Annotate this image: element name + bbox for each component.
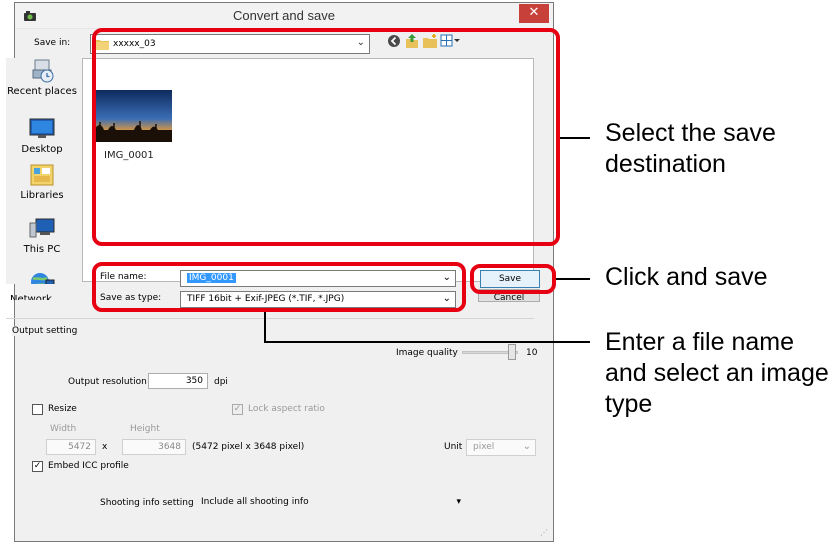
resize-grip-icon[interactable]: ⋰ [540, 528, 548, 537]
this-pc-icon [29, 218, 55, 238]
image-quality-slider-thumb[interactable] [508, 344, 516, 360]
place-network-label: Network [10, 294, 52, 300]
place-label: Desktop [21, 144, 63, 155]
callout-box-save-destination [92, 28, 560, 246]
close-button[interactable]: ✕ [519, 4, 549, 23]
save-in-label: Save in: [34, 38, 71, 48]
callout-line-file-horizontal [264, 341, 590, 343]
chevron-down-icon: ▾ [456, 497, 461, 507]
place-desktop[interactable]: Desktop [6, 116, 78, 155]
annotation-file-name-type: Enter a file name and select an image ty… [605, 328, 829, 418]
callout-box-save-button [470, 264, 556, 294]
resize-label: Resize [48, 404, 77, 414]
lock-aspect-label: Lock aspect ratio [248, 404, 325, 414]
unit-label: Unit [444, 442, 463, 452]
network-icon [31, 273, 55, 284]
unit-value: pixel [473, 442, 495, 452]
height-label: Height [130, 424, 160, 434]
place-label: Recent places [7, 86, 77, 97]
callout-line-save [556, 278, 590, 280]
libraries-icon [30, 164, 54, 186]
window-title: Convert and save [233, 8, 335, 23]
callout-line-file-vertical [264, 312, 266, 342]
height-input[interactable]: 3648 [122, 439, 186, 455]
pixel-size-note: (5472 pixel x 3648 pixel) [192, 442, 305, 452]
shooting-info-value: Include all shooting info [201, 497, 309, 507]
output-resolution-input[interactable]: 350 [148, 373, 208, 389]
lock-aspect-checkbox[interactable]: ✓ [232, 404, 243, 415]
place-this-pc[interactable]: This PC [6, 216, 78, 255]
resize-checkbox[interactable] [32, 404, 43, 415]
width-label: Width [50, 424, 77, 434]
shooting-info-label: Shooting info setting [100, 498, 194, 508]
place-libraries[interactable]: Libraries [6, 162, 78, 201]
shooting-info-select[interactable]: Include all shooting info ▾ [198, 494, 466, 511]
place-label: Libraries [20, 190, 64, 201]
place-label: This PC [23, 244, 61, 255]
image-quality-label: Image quality [396, 348, 458, 358]
recent-places-icon [32, 59, 54, 83]
unit-select[interactable]: pixel ⌄ [466, 439, 536, 456]
dpi-unit-label: dpi [214, 377, 228, 387]
place-network[interactable] [6, 270, 78, 284]
chevron-down-icon: ⌄ [522, 441, 531, 452]
annotation-click-save: Click and save [605, 263, 768, 291]
desktop-icon [29, 118, 55, 138]
image-quality-value: 10 [526, 348, 538, 358]
embed-icc-label: Embed ICC profile [48, 461, 129, 471]
title-bar: Convert and save ✕ [15, 3, 553, 29]
output-setting-title: Output setting [12, 326, 78, 336]
places-bar: Recent places Desktop Libraries This PC [6, 58, 78, 284]
times-label: x [102, 442, 108, 452]
place-recent-places[interactable]: Recent places [6, 58, 78, 97]
embed-icc-checkbox[interactable]: ✓ [32, 461, 43, 472]
annotation-save-destination: Select the save destination [605, 119, 776, 178]
callout-line-save-destination [560, 137, 590, 139]
width-input[interactable]: 5472 [46, 439, 96, 455]
output-resolution-label: Output resolution [68, 377, 147, 387]
callout-box-file-name-type [92, 262, 466, 312]
